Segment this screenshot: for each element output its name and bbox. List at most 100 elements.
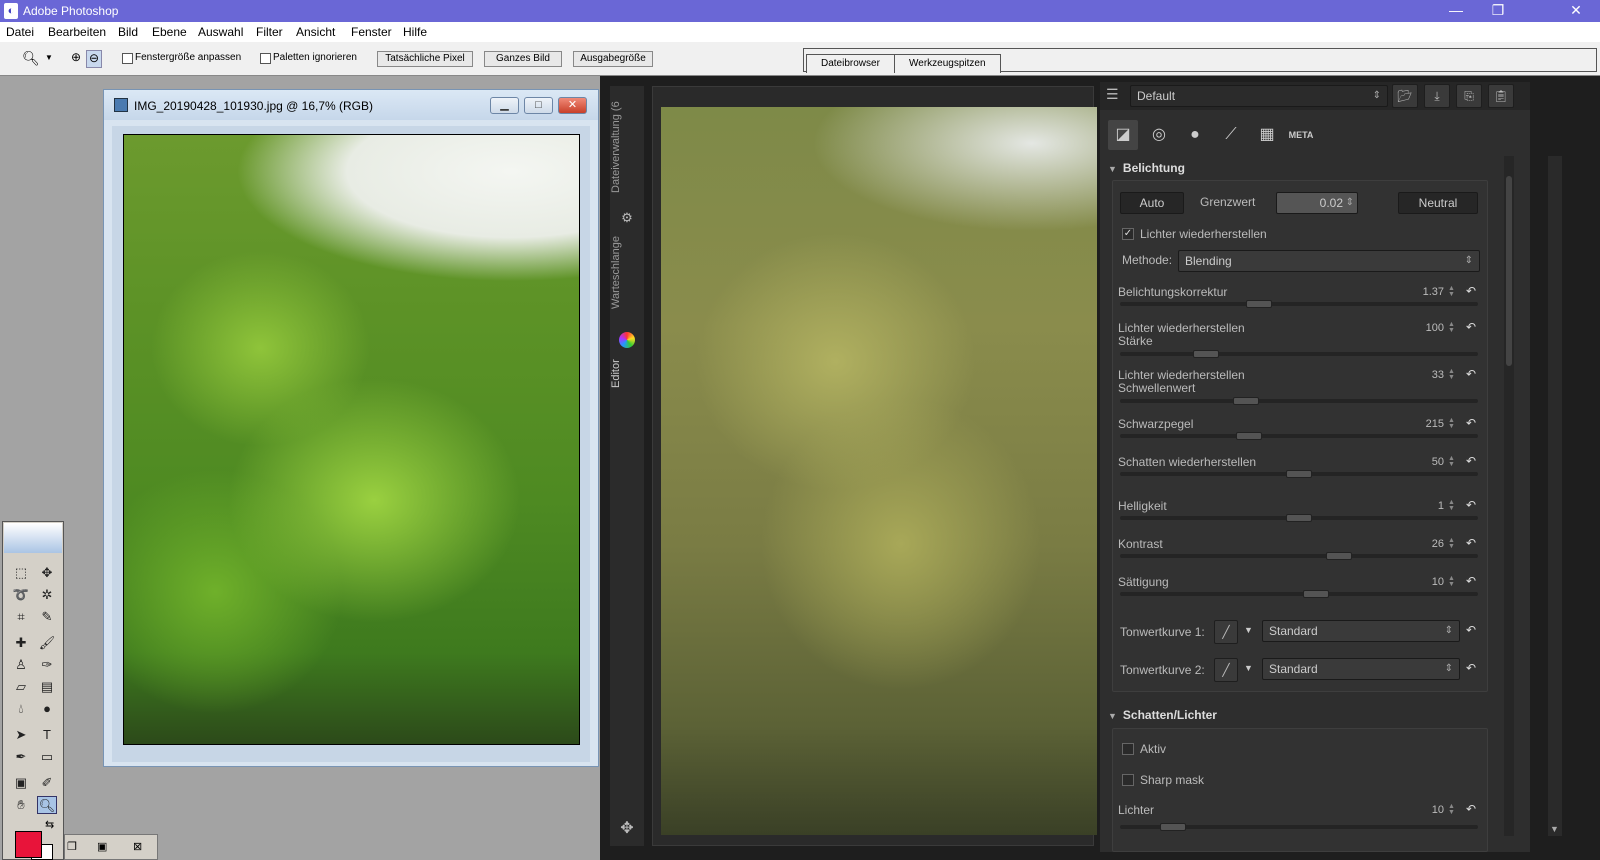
- lasso-tool-icon[interactable]: ➰: [11, 586, 31, 604]
- preview-photo[interactable]: [661, 107, 1097, 835]
- transform-tab-icon[interactable]: ⟋: [1216, 120, 1246, 150]
- notes-tool-icon[interactable]: ▣: [11, 774, 31, 792]
- doc-maximize-button[interactable]: □: [524, 97, 553, 114]
- minimized-restore-icon[interactable]: ❐: [67, 840, 77, 853]
- slider-spin-icon[interactable]: ▲ ▼: [1448, 575, 1455, 588]
- slider-track[interactable]: [1120, 397, 1478, 405]
- curve2-combobox[interactable]: Standard ⇕: [1262, 658, 1460, 680]
- slider-track[interactable]: [1120, 350, 1478, 358]
- path-select-icon[interactable]: ➤: [11, 726, 31, 744]
- gradient-tool-icon[interactable]: ▤: [37, 678, 57, 696]
- highlights-slider[interactable]: [1120, 823, 1478, 831]
- gear-icon[interactable]: ⚙: [610, 210, 644, 226]
- slider-spin-icon[interactable]: ▲ ▼: [1448, 321, 1455, 334]
- type-tool-icon[interactable]: T: [37, 726, 57, 744]
- marquee-tool-icon[interactable]: ⬚: [11, 564, 31, 582]
- tab-werkzeugspitzen[interactable]: Werkzeugspitzen: [894, 54, 1001, 73]
- slider-reset-icon[interactable]: ↶: [1466, 367, 1476, 381]
- whole-image-button[interactable]: Ganzes Bild: [484, 51, 562, 67]
- profile-combobox[interactable]: Default ⇕: [1130, 85, 1388, 107]
- swap-colors-icon[interactable]: ⇆: [45, 818, 54, 831]
- open-profile-icon[interactable]: 📂︎: [1392, 84, 1418, 108]
- method-combobox[interactable]: Blending ⇕: [1178, 250, 1480, 272]
- foreground-color-swatch[interactable]: [15, 831, 42, 858]
- magic-wand-icon[interactable]: ✲: [37, 586, 57, 604]
- slider-knob[interactable]: [1286, 514, 1312, 522]
- curve2-dropdown-icon[interactable]: ▼: [1244, 663, 1253, 673]
- doc-minimize-button[interactable]: ▁: [490, 97, 519, 114]
- slider-reset-icon[interactable]: ↶: [1466, 320, 1476, 334]
- tree-photo[interactable]: [123, 134, 580, 745]
- slider-knob[interactable]: [1326, 552, 1352, 560]
- curve2-reset-icon[interactable]: ↶: [1466, 661, 1476, 675]
- shadows-section-header[interactable]: ▼ Schatten/Lichter: [1108, 708, 1217, 722]
- raw-tab-icon[interactable]: ▦: [1252, 120, 1282, 150]
- menu-ansicht[interactable]: Ansicht: [296, 25, 335, 39]
- navigate-icon[interactable]: ✥: [614, 818, 640, 842]
- menu-datei[interactable]: Datei: [6, 25, 34, 39]
- tab-editor[interactable]: Editor: [610, 352, 644, 396]
- scroll-down-icon[interactable]: ▼: [1550, 824, 1559, 834]
- highlights-spin-icon[interactable]: ▲ ▼: [1448, 803, 1455, 816]
- slider-spin-icon[interactable]: ▲ ▼: [1448, 499, 1455, 512]
- slider-reset-icon[interactable]: ↶: [1466, 284, 1476, 298]
- active-checkbox[interactable]: [1122, 743, 1134, 755]
- restore-button[interactable]: ❐: [1478, 0, 1518, 22]
- slider-track[interactable]: [1120, 470, 1478, 478]
- highlights-reset-icon[interactable]: ↶: [1466, 802, 1476, 816]
- menu-bearbeiten[interactable]: Bearbeiten: [48, 25, 106, 39]
- hand-tool-icon[interactable]: ✋︎: [11, 796, 31, 814]
- menu-auswahl[interactable]: Auswahl: [198, 25, 243, 39]
- outer-scrollbar[interactable]: ▼: [1548, 156, 1562, 836]
- slider-knob[interactable]: [1246, 300, 1272, 308]
- zoom-tool-icon-selected[interactable]: 🔍︎: [37, 796, 57, 814]
- metadata-tab-icon[interactable]: META: [1286, 120, 1316, 150]
- slider-reset-icon[interactable]: ↶: [1466, 416, 1476, 430]
- menu-bild[interactable]: Bild: [118, 25, 138, 39]
- tab-file-browser[interactable]: Dateiverwaltung (6: [610, 92, 644, 202]
- slider-knob[interactable]: [1236, 432, 1262, 440]
- curve1-dropdown-icon[interactable]: ▼: [1244, 625, 1253, 635]
- zoom-out-icon[interactable]: ⊖: [86, 50, 102, 68]
- brush-tool-icon[interactable]: 🖌︎: [37, 634, 57, 652]
- print-size-button[interactable]: Ausgabegröße: [573, 51, 653, 67]
- menu-filter[interactable]: Filter: [256, 25, 283, 39]
- exposure-tab-icon[interactable]: ◪: [1108, 120, 1138, 150]
- save-profile-icon[interactable]: ⤓: [1424, 84, 1450, 108]
- slice-tool-icon[interactable]: ✎: [37, 608, 57, 626]
- slider-spin-icon[interactable]: ▲ ▼: [1448, 368, 1455, 381]
- slider-track[interactable]: [1120, 300, 1478, 308]
- tab-dateibrowser[interactable]: Dateibrowser: [806, 54, 895, 73]
- slider-reset-icon[interactable]: ↶: [1466, 574, 1476, 588]
- curve1-type-icon[interactable]: ╱: [1214, 620, 1238, 644]
- dodge-tool-icon[interactable]: ●: [37, 700, 57, 718]
- color-tab-icon[interactable]: ●: [1180, 120, 1210, 150]
- doc-close-button[interactable]: ✕: [558, 97, 587, 114]
- slider-reset-icon[interactable]: ↶: [1466, 536, 1476, 550]
- clip-spinbox[interactable]: 0.02 ⇕: [1276, 192, 1358, 214]
- profile-list-icon[interactable]: ☰: [1106, 86, 1119, 103]
- detail-tab-icon[interactable]: ◎: [1144, 120, 1174, 150]
- hl-recovery-checkbox[interactable]: ✓: [1122, 228, 1134, 240]
- paste-profile-icon[interactable]: 📋︎: [1488, 84, 1514, 108]
- slider-track[interactable]: [1120, 590, 1478, 598]
- menu-hilfe[interactable]: Hilfe: [403, 25, 427, 39]
- curve2-type-icon[interactable]: ╱: [1214, 658, 1238, 682]
- slider-spin-icon[interactable]: ▲ ▼: [1448, 417, 1455, 430]
- slider-reset-icon[interactable]: ↶: [1466, 498, 1476, 512]
- ignore-palettes-checkbox[interactable]: [260, 53, 271, 64]
- panel-scrollbar[interactable]: [1504, 156, 1514, 836]
- exposure-section-header[interactable]: ▼ Belichtung: [1108, 161, 1185, 175]
- slider-knob[interactable]: [1193, 350, 1219, 358]
- zoom-tool-icon[interactable]: 🔍︎: [22, 50, 40, 67]
- pen-tool-icon[interactable]: ✒: [11, 748, 31, 766]
- slider-knob[interactable]: [1233, 397, 1259, 405]
- slider-knob[interactable]: [1303, 590, 1329, 598]
- fit-window-checkbox[interactable]: [122, 53, 133, 64]
- minimized-close-icon[interactable]: ⊠: [133, 840, 142, 853]
- clone-stamp-icon[interactable]: ♙: [11, 656, 31, 674]
- slider-spin-icon[interactable]: ▲ ▼: [1448, 455, 1455, 468]
- close-button[interactable]: ✕: [1556, 0, 1596, 22]
- menu-fenster[interactable]: Fenster: [351, 25, 392, 39]
- slider-knob[interactable]: [1286, 470, 1312, 478]
